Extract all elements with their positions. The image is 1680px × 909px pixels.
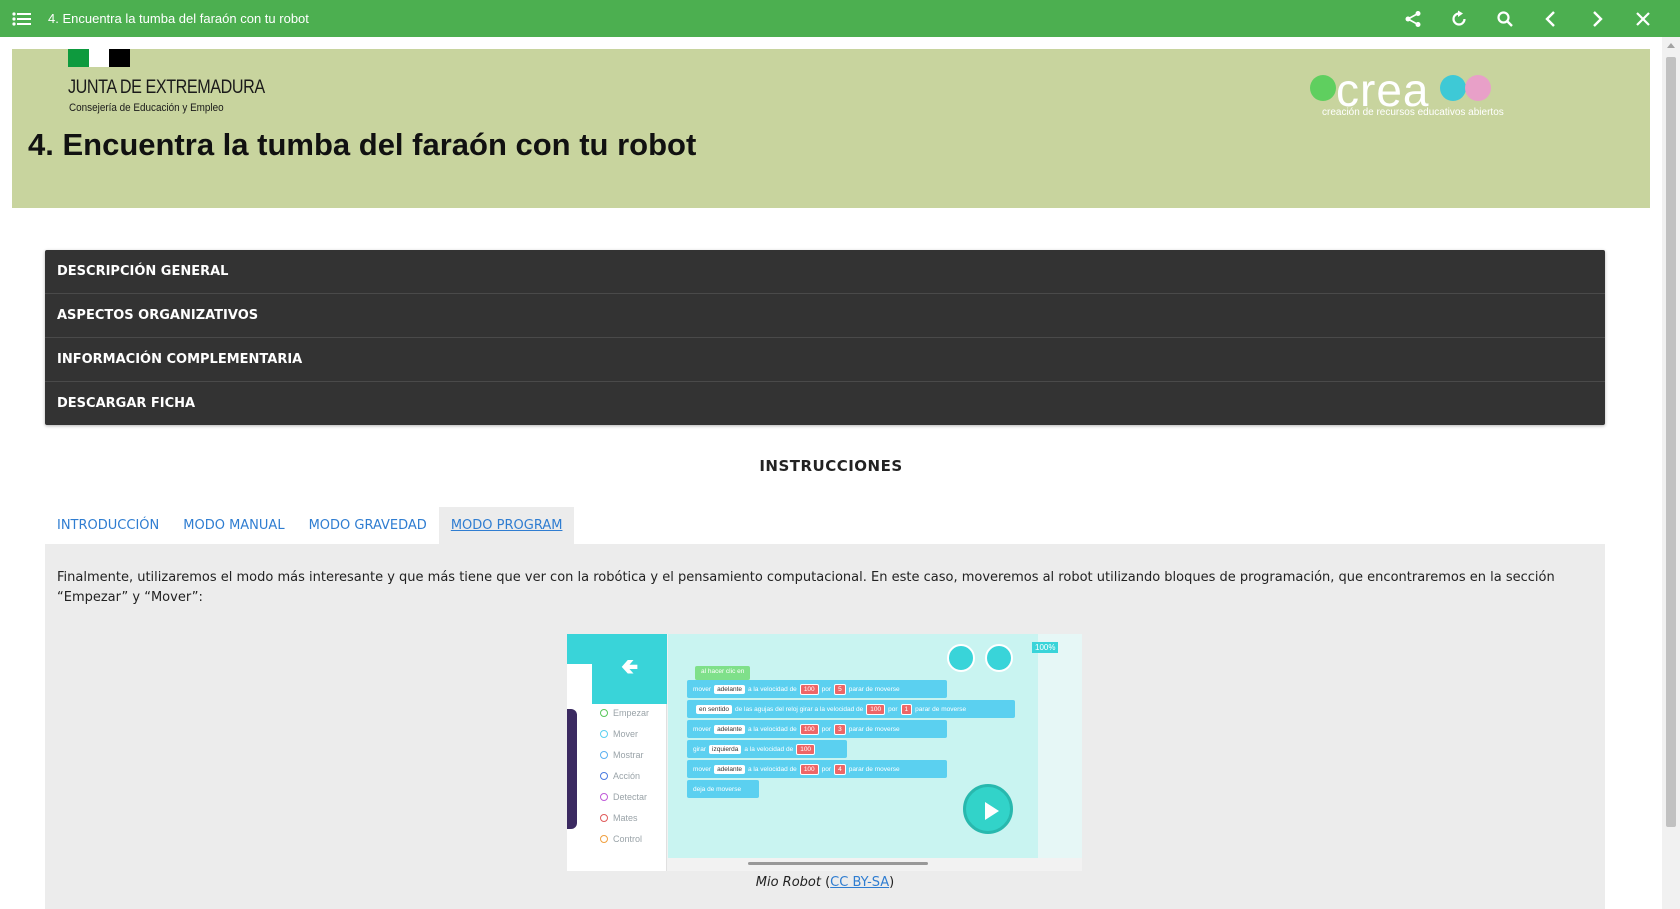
top-bar: 4. Encuentra la tumba del faraón con tu …: [0, 0, 1680, 37]
accordion-item-descargar[interactable]: DESCARGAR FICHA: [45, 382, 1605, 425]
share-icon[interactable]: [1390, 0, 1436, 37]
category-mates: Mates: [613, 813, 638, 823]
code-block: en sentido de las agujas del reloj girar …: [687, 700, 1015, 718]
accordion: DESCRIPCIÓN GENERAL ASPECTOS ORGANIZATIV…: [45, 250, 1605, 425]
list-icon: [985, 644, 1013, 672]
app-category-panel: 🢀 Empezar Mover Mostrar Acción Detectar …: [592, 634, 667, 871]
scrollbar-thumb[interactable]: [1666, 57, 1676, 827]
search-icon[interactable]: [1482, 0, 1528, 37]
code-block: girar izquierda a la velocidad de 100: [687, 740, 847, 758]
instruction-tabs: INTRODUCCIÓN MODO MANUAL MODO GRAVEDAD M…: [45, 507, 575, 544]
category-mostrar: Mostrar: [613, 750, 644, 760]
category-accion: Acción: [613, 771, 641, 781]
accordion-item-informacion[interactable]: INFORMACIÓN COMPLEMENTARIA: [45, 338, 1605, 382]
close-icon[interactable]: [1620, 0, 1666, 37]
menu-icon[interactable]: [4, 0, 40, 37]
tab-modo-manual[interactable]: MODO MANUAL: [171, 507, 296, 544]
code-block: mover adelante a la velocidad de 100 por 4 par…: [687, 760, 947, 778]
window-title: 4. Encuentra la tumba del faraón con tu …: [48, 11, 309, 26]
image-caption: Mio Robot (CC BY-SA): [755, 875, 895, 890]
tab-panel: Finalmente, utilizaremos el modo más int…: [45, 544, 1605, 909]
org-name: JUNTA DE EXTREMADURA: [68, 77, 265, 98]
license-link[interactable]: CC BY-SA: [830, 875, 889, 890]
category-mover: Mover: [613, 729, 639, 739]
tab-modo-program[interactable]: MODO PROGRAM: [438, 507, 575, 544]
scroll-up-icon[interactable]: [1667, 43, 1675, 48]
org-subtitle: Consejería de Educación y Empleo: [69, 102, 224, 114]
category-detectar: Detectar: [613, 792, 648, 802]
extremadura-flag-icon: [68, 49, 131, 67]
caption-title: Mio Robot: [755, 875, 821, 890]
app-menu-icon: [567, 634, 592, 664]
tab-introduccion[interactable]: INTRODUCCIÓN: [45, 507, 171, 544]
save-icon: [947, 644, 975, 672]
chevron-right-icon[interactable]: [1574, 0, 1620, 37]
reload-icon[interactable]: [1436, 0, 1482, 37]
zoom-level: 100%: [1032, 642, 1059, 653]
code-block: mover adelante a la velocidad de 100 por 3 par…: [687, 720, 947, 738]
accordion-item-aspectos[interactable]: ASPECTOS ORGANIZATIVOS: [45, 294, 1605, 338]
crea-tagline: creación de recursos educativos abiertos: [1322, 107, 1504, 118]
page-banner: JUNTA DE EXTREMADURA Consejería de Educa…: [12, 49, 1650, 208]
instructions-paragraph: Finalmente, utilizaremos el modo más int…: [57, 570, 1555, 605]
robot-app-screenshot: 🢀 Empezar Mover Mostrar Acción Detectar …: [567, 634, 1082, 871]
start-block: al hacer clic en: [695, 666, 751, 680]
category-empezar: Empezar: [613, 708, 650, 718]
content-frame: JUNTA DE EXTREMADURA Consejería de Educa…: [0, 37, 1662, 909]
instructions-heading: INSTRUCCIONES: [759, 457, 903, 475]
play-icon: [963, 784, 1013, 834]
code-block: mover adelante a la velocidad de 100 por 5 par…: [687, 680, 947, 698]
page-title: 4. Encuentra la tumba del faraón con tu …: [28, 127, 697, 162]
crea-logo: crea creación de recursos educativos abi…: [1310, 64, 1520, 121]
code-block: deja de moverse: [687, 780, 759, 798]
tab-modo-gravedad[interactable]: MODO GRAVEDAD: [297, 507, 439, 544]
chevron-left-icon[interactable]: [1528, 0, 1574, 37]
accordion-item-descripcion[interactable]: DESCRIPCIÓN GENERAL: [45, 250, 1605, 294]
category-control: Control: [613, 834, 643, 844]
vertical-scrollbar[interactable]: [1662, 37, 1680, 909]
back-arrow-icon: 🢀: [592, 634, 667, 704]
